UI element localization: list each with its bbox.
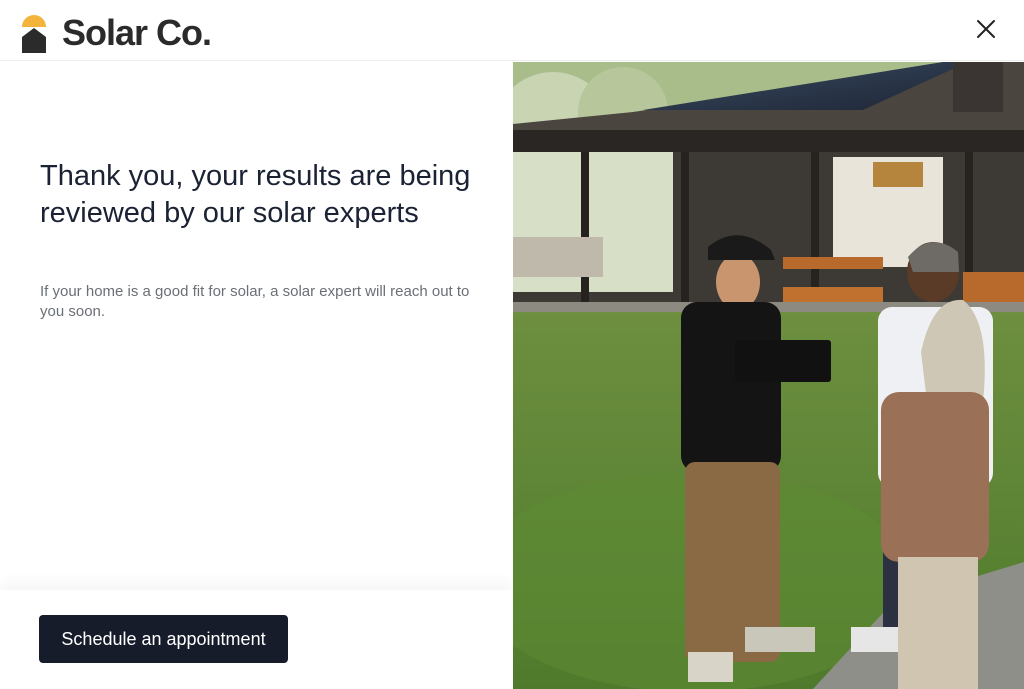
- close-button[interactable]: [970, 13, 1002, 45]
- logo[interactable]: Solar Co.: [20, 9, 212, 57]
- schedule-appointment-button[interactable]: Schedule an appointment: [39, 615, 288, 663]
- page-title: Thank you, your results are being review…: [40, 160, 471, 229]
- brand-name: Solar Co.: [62, 12, 212, 53]
- page-subtext: If your home is a good fit for solar, a …: [40, 283, 470, 320]
- hero-photo: [513, 62, 1024, 689]
- action-footer: Schedule an appointment: [0, 590, 513, 689]
- close-icon: [977, 20, 995, 38]
- top-bar: Solar Co.: [0, 0, 1024, 61]
- house-sun-logo-icon: [20, 13, 48, 53]
